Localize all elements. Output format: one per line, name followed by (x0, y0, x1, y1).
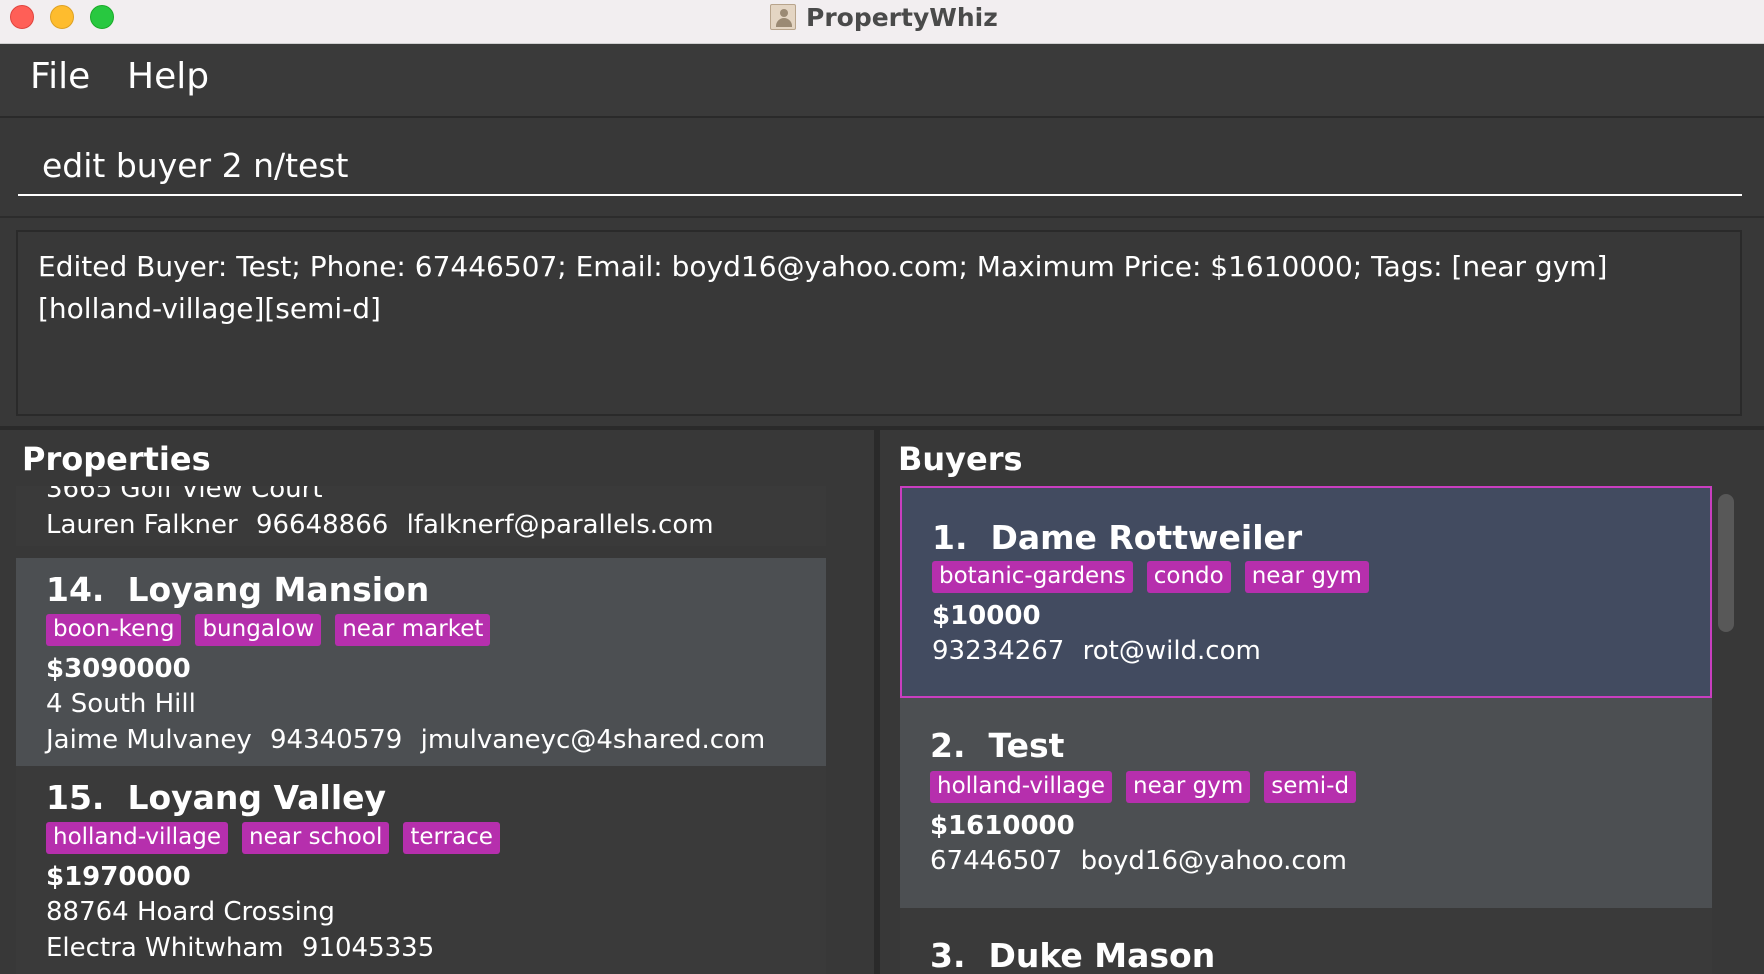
buyer-phone: 93234267 (932, 636, 1065, 666)
buyer-index: 1. (932, 518, 968, 557)
buyer-title: Dame Rottweiler (990, 518, 1303, 557)
property-phone: 96648866 (255, 510, 389, 540)
buyer-name: 3. Duke Mason (930, 936, 1215, 974)
window-minimize-button[interactable] (50, 5, 74, 29)
buyer-contact: 93234267 rot@wild.com (932, 636, 1261, 666)
tag: semi-d (1264, 771, 1357, 803)
buyer-tags: holland-village near gym semi-d (930, 771, 1357, 803)
property-card-partial[interactable]: 3665 Golf View Court Lauren Falkner 9664… (16, 486, 826, 546)
property-name: 14. Loyang Mansion (46, 570, 429, 609)
property-owner: Electra Whitwham (46, 933, 284, 963)
menu-bar: File Help (0, 44, 1764, 118)
buyer-index: 3. (930, 936, 966, 974)
tag: holland-village (930, 771, 1113, 803)
buyer-card-selected[interactable]: 1. Dame Rottweiler botanic-gardens condo… (900, 486, 1712, 698)
command-box (0, 118, 1764, 218)
window-title: PropertyWhiz (806, 2, 998, 32)
buyer-card[interactable]: 3. Duke Mason (900, 908, 1712, 974)
tag: near school (242, 822, 390, 854)
property-name: 15. Loyang Valley (46, 778, 386, 817)
tag: near gym (1126, 771, 1251, 803)
buyer-card[interactable]: 2. Test holland-village near gym semi-d … (900, 698, 1712, 908)
buyer-name: 2. Test (930, 726, 1064, 765)
tag: botanic-gardens (932, 561, 1133, 593)
window-title-group: PropertyWhiz (770, 2, 998, 32)
window-maximize-button[interactable] (90, 5, 114, 29)
panel-divider (874, 430, 880, 974)
title-bar: PropertyWhiz (0, 0, 1764, 44)
property-card[interactable]: 14. Loyang Mansion boon-keng bungalow ne… (16, 558, 826, 766)
buyers-panel-title: Buyers (898, 440, 1023, 478)
buyer-contact: 67446507 boyd16@yahoo.com (930, 846, 1347, 876)
buyer-title: Duke Mason (988, 936, 1216, 974)
tag: bungalow (195, 614, 322, 646)
property-contact: Electra Whitwham 91045335 (46, 933, 434, 963)
buyer-list[interactable]: 1. Dame Rottweiler botanic-gardens condo… (900, 486, 1712, 974)
buyer-tags: botanic-gardens condo near gym (932, 561, 1369, 593)
property-index: 14. (46, 570, 105, 609)
property-contact: Jaime Mulvaney 94340579 jmulvaneyc@4shar… (46, 725, 765, 755)
property-tags: boon-keng bungalow near market (46, 614, 491, 646)
property-contact: Lauren Falkner 96648866 lfalknerf@parall… (46, 510, 714, 540)
property-address: 4 South Hill (46, 689, 196, 719)
buyer-price: $1610000 (930, 811, 1075, 841)
command-input[interactable] (18, 136, 1742, 196)
property-owner: Lauren Falkner (46, 510, 238, 540)
tag: boon-keng (46, 614, 182, 646)
buyer-price: $10000 (932, 601, 1041, 631)
property-price: $3090000 (46, 654, 191, 684)
property-list[interactable]: 3665 Golf View Court Lauren Falkner 9664… (16, 486, 826, 974)
buyer-phone: 67446507 (930, 846, 1063, 876)
buyer-email: boyd16@yahoo.com (1080, 846, 1347, 876)
scrollbar-thumb[interactable] (1718, 494, 1734, 632)
app-icon (770, 4, 796, 30)
property-owner: Jaime Mulvaney (46, 725, 252, 755)
tag: terrace (403, 822, 500, 854)
tag: near gym (1244, 561, 1369, 593)
window-close-button[interactable] (10, 5, 34, 29)
property-address: 88764 Hoard Crossing (46, 897, 335, 927)
buyer-name: 1. Dame Rottweiler (932, 518, 1302, 557)
menu-file[interactable]: File (30, 56, 90, 97)
buyer-email: rot@wild.com (1082, 636, 1261, 666)
buyer-list-scrollbar[interactable] (1714, 486, 1734, 974)
property-email: lfalknerf@parallels.com (406, 510, 714, 540)
result-display: Edited Buyer: Test; Phone: 67446507; Ema… (16, 230, 1742, 416)
property-address: 3665 Golf View Court (46, 486, 323, 504)
properties-panel-title: Properties (22, 440, 211, 478)
tag: near market (335, 614, 491, 646)
property-phone: 94340579 (270, 725, 403, 755)
property-card[interactable]: 15. Loyang Valley holland-village near s… (16, 766, 826, 974)
property-price: $1970000 (46, 862, 191, 892)
property-title: Loyang Mansion (127, 570, 430, 609)
property-email: jmulvaneyc@4shared.com (420, 725, 766, 755)
buyer-title: Test (988, 726, 1065, 765)
menu-help[interactable]: Help (127, 56, 209, 97)
property-title: Loyang Valley (127, 778, 387, 817)
property-phone: 91045335 (301, 933, 435, 963)
property-tags: holland-village near school terrace (46, 822, 500, 854)
tag: holland-village (46, 822, 229, 854)
tag: condo (1146, 561, 1231, 593)
section-divider (0, 426, 1764, 430)
buyer-index: 2. (930, 726, 966, 765)
property-index: 15. (46, 778, 105, 817)
